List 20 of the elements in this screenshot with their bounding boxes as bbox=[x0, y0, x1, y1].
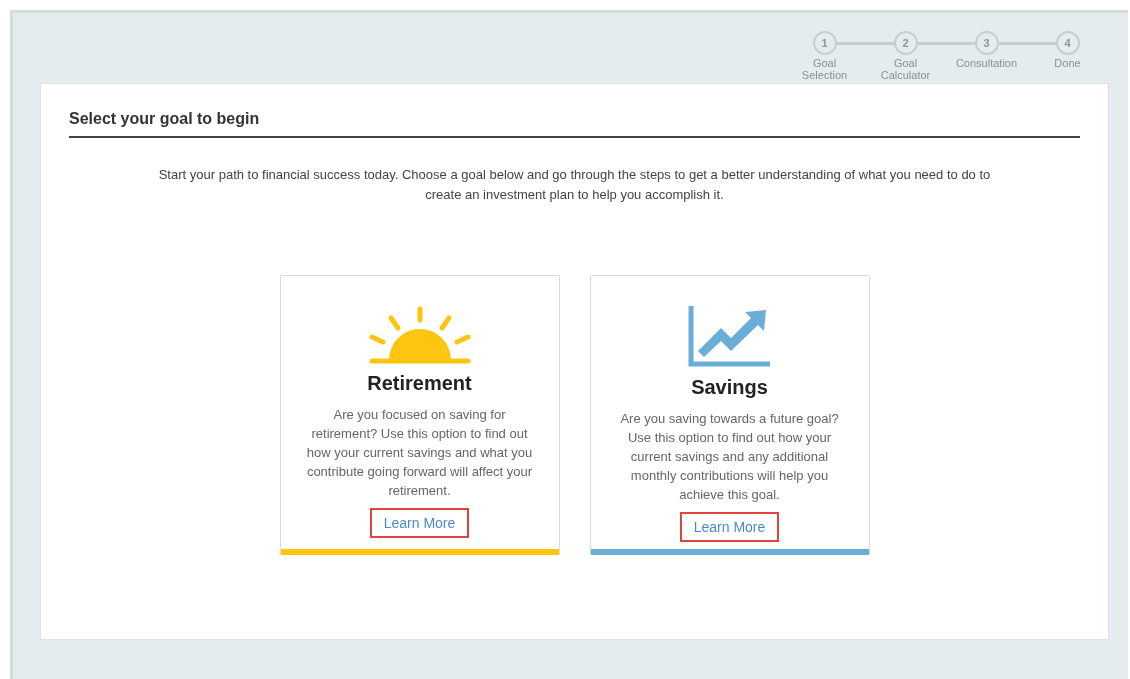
goal-title: Savings bbox=[691, 376, 768, 399]
sun-icon bbox=[368, 306, 471, 364]
goal-card[interactable]: Savings Are you saving towards a future goal? Use this option to find out how your current savings and any additional monthly contributions will help you achieve this goal. Learn More bbox=[589, 275, 870, 555]
step-label: Done bbox=[1053, 57, 1082, 69]
goal-card[interactable]: Retirement Are you focused on saving for retirement? Use this option to find out how your current savings and what you contribute going forward will affect your retirement. Learn More bbox=[279, 275, 560, 555]
learn-more-link[interactable]: Learn More bbox=[679, 512, 780, 542]
step-number: 4 bbox=[1055, 31, 1080, 55]
learn-more-link[interactable]: Learn More bbox=[369, 508, 470, 538]
goal-description: Are you focused on saving for retirement? Use this option to find out how your current savings and what you contribute going forward will affect your retirement. bbox=[305, 406, 534, 500]
intro-text: Start your path to financial success today. Choose a goal below and go through the steps to get a better understanding of what you need to do to create an investment plan to help you accomplish it. bbox=[157, 166, 992, 204]
step-label: Consultation bbox=[954, 57, 1019, 69]
step-label: Goal Selection bbox=[800, 57, 849, 81]
goal-title: Retirement bbox=[367, 372, 472, 395]
step-number: 1 bbox=[812, 31, 837, 55]
goal-description: Are you saving towards a future goal? Use this option to find out how your current savings and any additional monthly contributions will help you achieve this goal. bbox=[619, 410, 840, 504]
step-number: 3 bbox=[974, 31, 999, 55]
step-label: Goal Calculator bbox=[879, 57, 932, 81]
rising-chart-icon bbox=[687, 306, 772, 368]
step-number: 2 bbox=[893, 31, 918, 55]
panel-title: Select your goal to begin bbox=[69, 110, 1080, 138]
